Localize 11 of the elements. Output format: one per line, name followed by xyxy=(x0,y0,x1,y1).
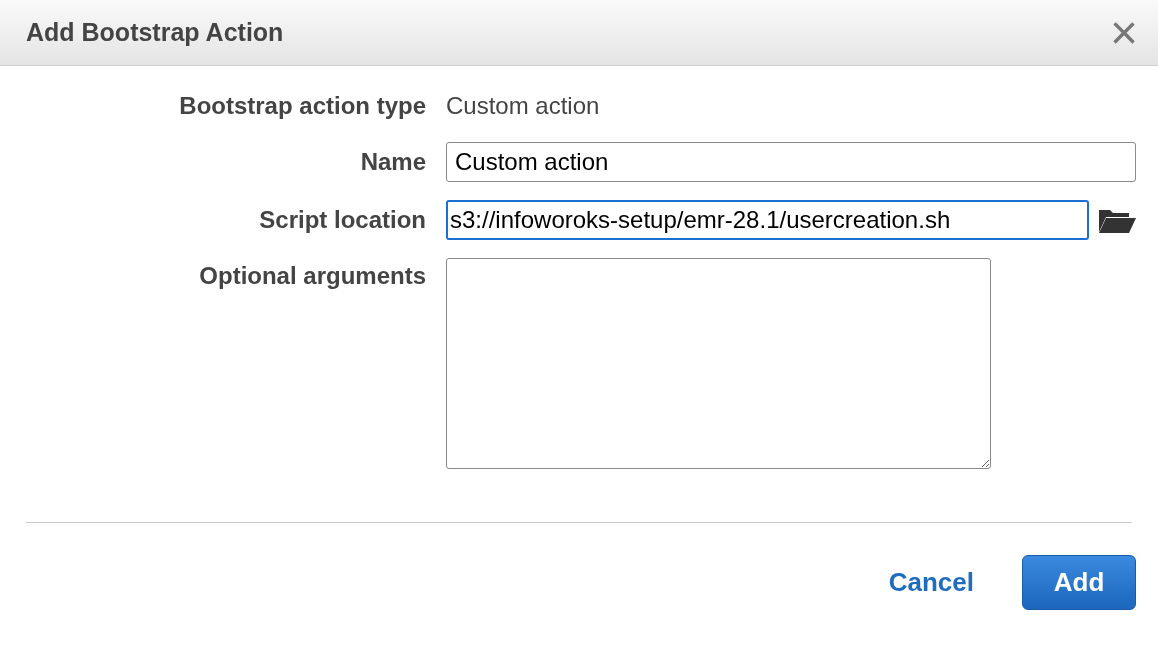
field-label: Optional arguments xyxy=(199,262,426,289)
field-label: Bootstrap action type xyxy=(179,92,426,119)
field-label: Script location xyxy=(259,206,426,233)
text-input[interactable]: Custom action xyxy=(446,142,1136,182)
cancel-link[interactable]: Cancel xyxy=(888,563,974,602)
text-input[interactable]: s3://infoworoks-setup/emr-28.1/usercreation.sh xyxy=(446,200,1089,240)
close-button[interactable]: × xyxy=(1109,8,1138,57)
add-button[interactable]: Add xyxy=(1022,555,1136,610)
dialog-title: Add Bootstrap Action xyxy=(26,16,284,48)
field-label: Name xyxy=(360,148,426,175)
field-value: Custom action xyxy=(446,92,600,119)
